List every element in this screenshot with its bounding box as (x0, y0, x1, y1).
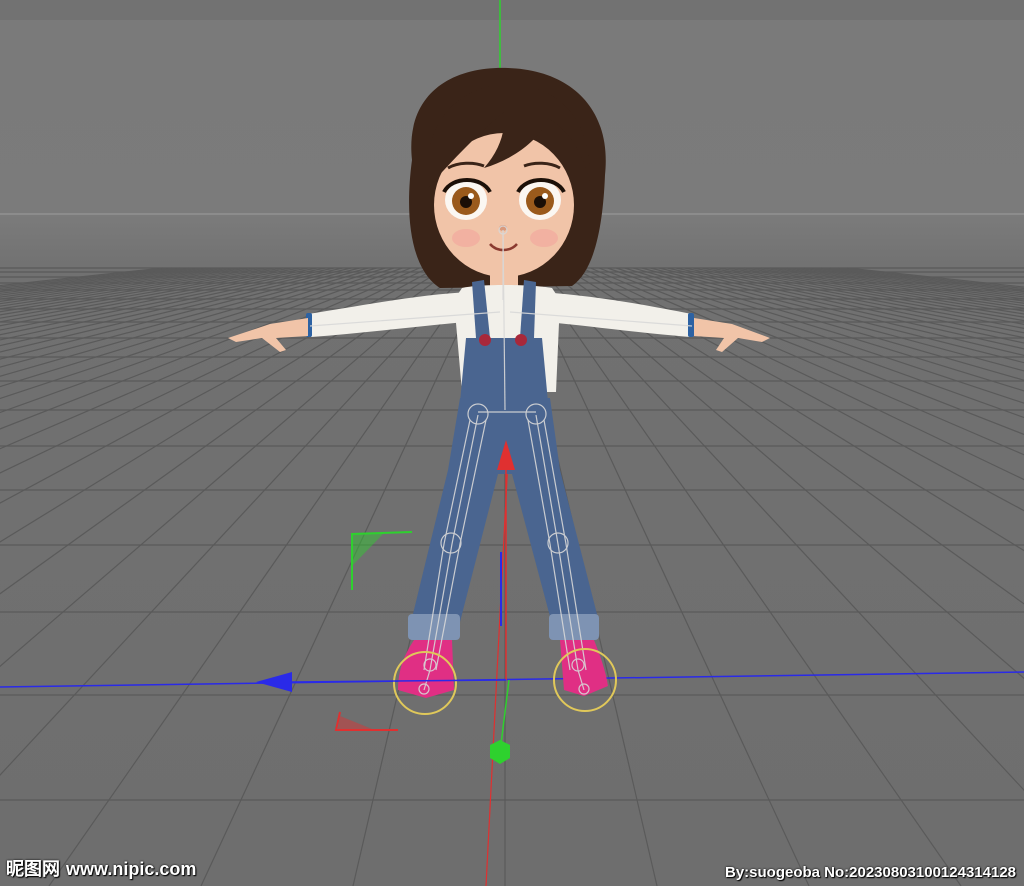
left-pant-cuff (408, 614, 460, 640)
grid-line-depth (718, 267, 1024, 322)
grid-line-depth (701, 267, 1024, 329)
grid-line-depth (0, 267, 437, 504)
grid-line-depth (0, 267, 181, 290)
grid-line-depth (0, 267, 403, 414)
grid-line-depth (0, 267, 420, 450)
grid-line-depth (684, 267, 1024, 339)
overalls-button-right (515, 334, 527, 346)
grid-line-depth (0, 267, 343, 347)
grid-line-depth (0, 267, 318, 331)
left-hand (228, 318, 308, 352)
grid-line-depth (0, 267, 283, 316)
grid-line-depth (821, 267, 1024, 293)
grid-line-depth (0, 267, 455, 595)
grid-line-depth (0, 267, 395, 400)
gizmo-z-handle-line[interactable] (291, 679, 507, 683)
grid-line-depth (0, 267, 429, 474)
grid-line-depth (598, 267, 1024, 436)
3d-viewport[interactable]: 昵图网 www.nipic.com By:suogeoba No:20230803… (0, 0, 1024, 886)
grid-line-depth (0, 267, 258, 307)
overalls-button-left (479, 334, 491, 346)
grid-line-depth (607, 267, 1024, 419)
grid-line-depth (0, 267, 266, 310)
grid-line-depth (615, 267, 1024, 404)
grid-line-depth (658, 267, 1024, 357)
grid-line-depth (0, 267, 335, 341)
grid-line-depth (0, 267, 309, 327)
grid-line-depth (675, 267, 1024, 344)
gizmo-xz-plane-fill[interactable] (338, 716, 372, 729)
viewport-scene[interactable] (0, 0, 1024, 886)
grid-line-depth (0, 267, 300, 323)
grid-line-depth (735, 267, 1024, 315)
right-hand (694, 318, 770, 352)
character-model[interactable] (228, 67, 770, 698)
watermark-site-url: www.nipic.com (66, 859, 197, 879)
watermark-site: 昵图网 www.nipic.com (6, 855, 196, 881)
grid-line-depth (0, 267, 249, 305)
grid-line-depth (0, 267, 189, 291)
world-z-axis (0, 671, 1024, 688)
grid-line-depth (0, 267, 463, 668)
grid-line-depth (0, 267, 215, 296)
grid-line-depth (0, 267, 446, 543)
grid-line-depth (538, 267, 1024, 792)
grid-line-depth (752, 267, 1024, 309)
grid-line-depth (0, 267, 198, 293)
grid-line-depth (547, 267, 1024, 680)
cheek-blush-right (530, 229, 558, 247)
gizmo-z-arrow[interactable] (256, 672, 292, 692)
grid-line-depth (692, 267, 1024, 334)
grid-line-depth (812, 267, 1024, 294)
gizmo-yz-plane-fill[interactable] (352, 533, 384, 566)
grid-line-depth (0, 267, 223, 298)
grid-line-depth (795, 267, 1024, 298)
grid-line-depth (633, 267, 1024, 381)
grid-line-depth (727, 267, 1024, 318)
watermark-site-name: 昵图网 (6, 859, 60, 880)
grid-line-depth (0, 267, 386, 388)
grid-line-depth (0, 267, 377, 377)
right-sleeve-cuff (688, 313, 694, 337)
grid-line-depth (641, 267, 1024, 372)
grid-line-depth (0, 267, 326, 336)
grid-line-depth (846, 267, 1024, 288)
watermark-credit: By:suogeoba No:20230803100124314128 (724, 864, 1016, 881)
cheek-blush-left (452, 229, 480, 247)
grid-line-depth (667, 267, 1024, 350)
grid-line-depth (744, 267, 1024, 312)
right-pant-cuff (549, 614, 599, 640)
